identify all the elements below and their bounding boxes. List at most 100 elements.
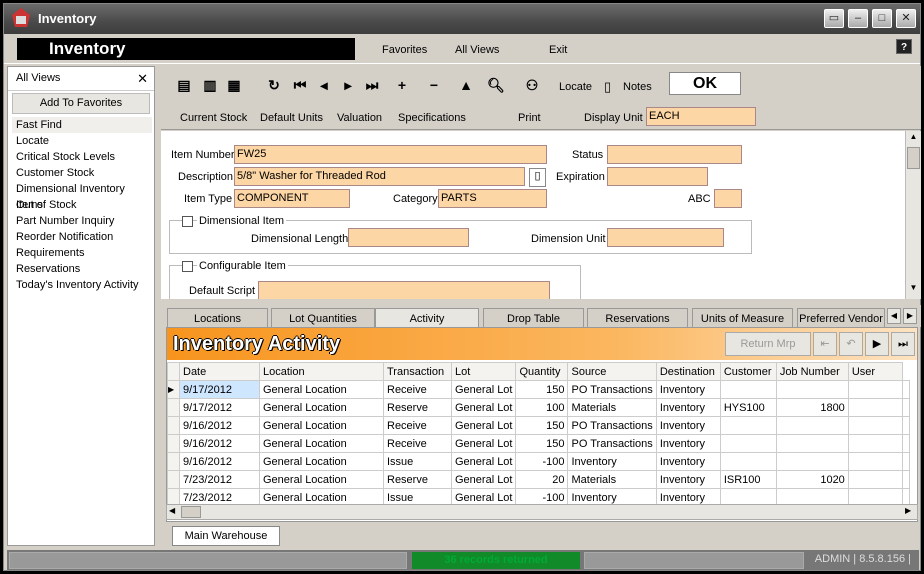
return-mrp-button[interactable]: Return Mrp [725, 332, 811, 356]
column-header[interactable]: Source [567, 362, 657, 381]
table-cell[interactable]: 150 [515, 416, 569, 435]
table-cell[interactable] [719, 416, 777, 435]
tab-scroll-right-icon[interactable]: ▶ [903, 308, 917, 324]
column-header[interactable]: Customer [719, 362, 777, 381]
tab-activity[interactable]: Activity [375, 308, 479, 328]
tab-preferred-vendor[interactable]: Preferred Vendor [797, 308, 885, 328]
table-cell[interactable] [847, 398, 903, 417]
scroll-down-icon[interactable]: ▼ [907, 283, 920, 296]
table-cell[interactable]: General Lot [450, 452, 517, 471]
tab-reservations[interactable]: Reservations [587, 308, 688, 328]
grid-prev-icon[interactable]: ↶ [839, 332, 863, 356]
delete-icon[interactable]: − [423, 74, 445, 96]
table-cell[interactable]: Inventory [567, 452, 657, 471]
scroll-up-icon[interactable]: ▲ [907, 132, 920, 145]
search-icon[interactable]: 🔍︎ [485, 74, 507, 96]
table-cell[interactable]: Issue [383, 452, 452, 471]
column-header[interactable]: Quantity [515, 362, 569, 381]
tab-locations[interactable]: Locations [167, 308, 268, 328]
table-cell[interactable]: General Location [259, 398, 384, 417]
table-cell[interactable]: Materials [567, 470, 657, 489]
minimize-button[interactable]: – [848, 9, 868, 28]
table-cell[interactable] [775, 416, 849, 435]
table-cell[interactable] [775, 434, 849, 453]
column-header[interactable]: Transaction [383, 362, 452, 381]
column-header[interactable]: Job Number [775, 362, 849, 381]
view-item[interactable]: Locate [12, 133, 152, 149]
valuation-button[interactable]: Valuation [337, 112, 382, 124]
row-selector[interactable] [167, 452, 180, 471]
last-record-icon[interactable]: ⏭ [361, 74, 383, 96]
dimensional-item-checkbox[interactable] [182, 216, 193, 227]
tab-lot-quantities[interactable]: Lot Quantities [271, 308, 375, 328]
close-panel-icon[interactable]: ✕ [137, 71, 148, 87]
hscroll-left-icon[interactable]: ◀ [169, 506, 175, 515]
dimensional-length-field[interactable] [348, 228, 469, 247]
table-cell[interactable]: 9/17/2012 [179, 398, 260, 417]
table-cell[interactable]: 20 [515, 470, 569, 489]
table-cell[interactable]: General Lot [450, 380, 517, 399]
view-item[interactable]: Part Number Inquiry [12, 213, 152, 229]
close-button[interactable]: ✕ [896, 9, 916, 28]
table-cell[interactable] [775, 452, 849, 471]
menu-favorites[interactable]: Favorites [382, 44, 427, 56]
table-cell[interactable]: 7/23/2012 [179, 470, 260, 489]
row-selector[interactable] [167, 416, 180, 435]
table-cell[interactable]: Receive [383, 416, 452, 435]
abc-field[interactable] [714, 189, 742, 208]
default-units-button[interactable]: Default Units [260, 112, 323, 124]
row-selector[interactable] [167, 398, 180, 417]
table-cell[interactable]: 1020 [775, 470, 849, 489]
save-icon[interactable]: ▲ [455, 74, 477, 96]
notes-button[interactable]: Notes [623, 81, 652, 93]
calculator-icon[interactable]: ▦ [223, 74, 245, 96]
table-cell[interactable]: 9/17/2012 [179, 380, 260, 399]
table-cell[interactable] [847, 416, 903, 435]
table-cell[interactable]: PO Transactions [567, 416, 657, 435]
item-number-field[interactable]: FW25 [234, 145, 547, 164]
table-cell[interactable]: 9/16/2012 [179, 416, 260, 435]
table-cell[interactable]: Inventory [655, 434, 721, 453]
menu-exit[interactable]: Exit [549, 44, 567, 56]
column-header[interactable]: Destination [655, 362, 721, 381]
table-cell[interactable]: PO Transactions [567, 434, 657, 453]
table-cell[interactable]: 9/16/2012 [179, 434, 260, 453]
table-cell[interactable] [847, 470, 903, 489]
help-icon[interactable]: ? [896, 39, 912, 54]
row-selector[interactable] [167, 470, 180, 489]
table-cell[interactable]: -100 [515, 452, 569, 471]
table-cell[interactable]: General Location [259, 470, 384, 489]
description-field[interactable]: 5/8" Washer for Threaded Rod [234, 167, 525, 186]
grid-horizontal-scrollbar[interactable]: ◀ ▶ [166, 504, 918, 520]
print-button[interactable]: Print [518, 112, 541, 124]
chart-icon[interactable]: ▥ [199, 74, 221, 96]
column-header[interactable]: Lot [450, 362, 517, 381]
table-cell[interactable]: Materials [567, 398, 657, 417]
view-item[interactable]: Reorder Notification [12, 229, 152, 245]
table-cell[interactable]: 9/16/2012 [179, 452, 260, 471]
column-header[interactable]: User [847, 362, 903, 381]
locate-button[interactable]: Locate [559, 81, 592, 93]
chat-icon[interactable]: ▭ [824, 9, 844, 28]
view-item[interactable]: Customer Stock [12, 165, 152, 181]
table-cell[interactable]: General Location [259, 452, 384, 471]
scroll-thumb[interactable] [907, 147, 920, 169]
specifications-button[interactable]: Specifications [398, 112, 466, 124]
table-cell[interactable]: General Lot [450, 434, 517, 453]
table-row[interactable]: 9/16/2012 General Location Receive General … [167, 434, 910, 453]
table-cell[interactable]: ISR100 [719, 470, 777, 489]
configurable-item-checkbox[interactable] [182, 261, 193, 272]
expiration-field[interactable] [607, 167, 708, 186]
binoculars-icon[interactable]: ⚇ [517, 74, 547, 96]
ok-button[interactable]: OK [669, 72, 741, 95]
table-row[interactable]: 9/17/2012 General Location Reserve General … [167, 398, 910, 417]
table-cell[interactable] [775, 380, 849, 399]
add-icon[interactable]: + [391, 74, 413, 96]
view-item[interactable]: Out of Stock [12, 197, 152, 213]
table-cell[interactable]: Receive [383, 434, 452, 453]
table-cell[interactable]: Inventory [655, 452, 721, 471]
dimension-unit-field[interactable] [607, 228, 724, 247]
grid-next-icon[interactable]: ▶ [865, 332, 889, 356]
table-cell[interactable]: 150 [515, 380, 569, 399]
row-selector[interactable] [167, 434, 180, 453]
